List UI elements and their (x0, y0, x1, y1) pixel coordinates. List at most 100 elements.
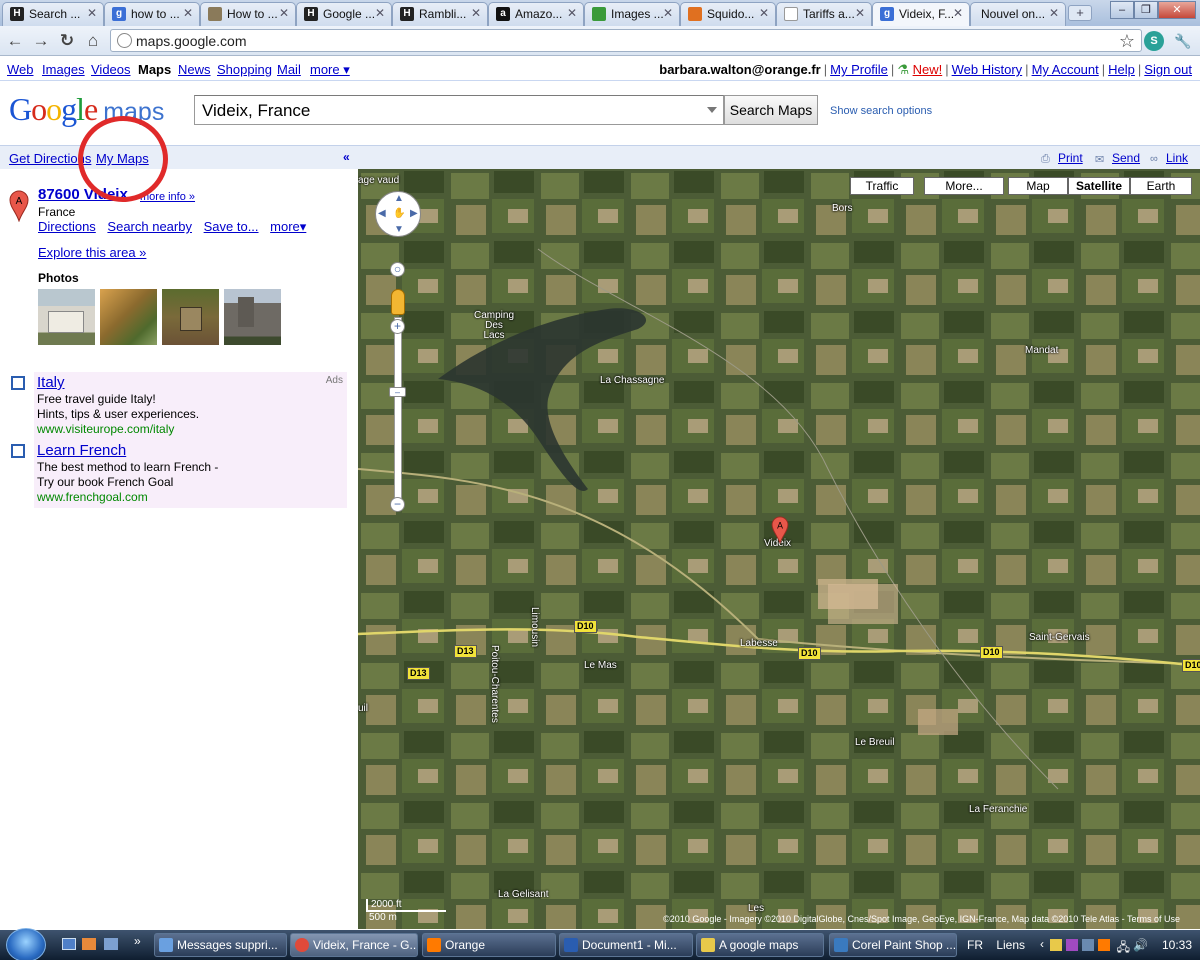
search-input[interactable]: Videix, France (194, 95, 724, 125)
chevron-left-icon[interactable]: ‹ (1040, 937, 1044, 951)
volume-icon[interactable]: 🔊 (1133, 938, 1148, 952)
collapse-panel-icon[interactable]: « (343, 150, 350, 164)
close-tab-icon[interactable]: ✕ (471, 6, 481, 20)
save-to-link[interactable]: Save to... (204, 219, 259, 234)
reset-view-icon[interactable]: ○ (390, 262, 405, 277)
close-tab-icon[interactable]: ✕ (855, 6, 865, 20)
web-history-link[interactable]: Web History (952, 62, 1023, 77)
gbar-link-shopping[interactable]: Shopping (217, 62, 272, 77)
my-profile-link[interactable]: My Profile (830, 62, 888, 77)
new-tab-button[interactable]: + (1068, 5, 1092, 21)
ad-url[interactable]: www.visiteurope.com/italy (37, 422, 174, 436)
map-type-satellite-button[interactable]: Satellite (1068, 177, 1130, 195)
back-icon[interactable]: ← (4, 30, 26, 52)
directions-link[interactable]: Directions (38, 219, 96, 234)
gbar-link-web[interactable]: Web (7, 62, 34, 77)
browser-tab[interactable]: H Rambli... ✕ (392, 2, 488, 26)
explore-area-link[interactable]: Explore this area » (38, 245, 146, 260)
pan-up-icon[interactable]: ▲ (394, 193, 404, 204)
browser-tab[interactable]: How to ... ✕ (200, 2, 296, 26)
ad-title[interactable]: Italy (37, 374, 65, 391)
start-button[interactable] (6, 928, 46, 960)
browser-tab[interactable]: H Search ... ✕ (2, 2, 104, 26)
gbar-link-more[interactable]: more ▾ (310, 62, 350, 78)
street-view-pegman-icon[interactable] (391, 289, 405, 315)
gbar-link-news[interactable]: News (178, 62, 211, 77)
send-link[interactable]: Send (1112, 151, 1140, 165)
close-tab-icon[interactable]: ✕ (759, 6, 769, 20)
star-icon[interactable]: ☆ (1116, 30, 1138, 52)
maximize-icon[interactable]: ❐ (1134, 1, 1158, 19)
my-account-link[interactable]: My Account (1032, 62, 1099, 77)
close-tab-icon[interactable]: ✕ (953, 6, 963, 20)
zoom-slider-track[interactable] (394, 317, 402, 507)
show-desktop-icon[interactable] (62, 938, 76, 950)
sign-out-link[interactable]: Sign out (1144, 62, 1192, 77)
search-maps-button[interactable]: Search Maps (724, 95, 818, 125)
photo-thumbnail[interactable] (100, 289, 157, 345)
tray-icon[interactable] (1066, 939, 1078, 951)
ad-title[interactable]: Learn French (37, 442, 126, 459)
taskbar-item[interactable]: Orange (422, 933, 556, 957)
photo-thumbnail[interactable] (224, 289, 281, 345)
taskbar-item[interactable]: Corel Paint Shop ... (829, 933, 957, 957)
close-tab-icon[interactable]: ✕ (567, 6, 577, 20)
browser-tab-active[interactable]: g Videix, F... ✕ (872, 2, 970, 27)
browser-tab[interactable]: Tariffs a... ✕ (776, 2, 872, 26)
marker-a-icon[interactable]: A (9, 190, 29, 222)
gbar-link-mail[interactable]: Mail (277, 62, 301, 77)
home-icon[interactable]: ⌂ (82, 30, 104, 52)
language-indicator[interactable]: FR (967, 938, 983, 952)
gbar-link-videos[interactable]: Videos (91, 62, 131, 77)
taskbar-item-active[interactable]: Videix, France - G... (290, 933, 418, 957)
close-tab-icon[interactable]: ✕ (663, 6, 673, 20)
tray-icon[interactable] (1098, 939, 1110, 951)
links-toolbar[interactable]: Liens (996, 938, 1025, 952)
gbar-link-images[interactable]: Images (42, 62, 85, 77)
ad-url[interactable]: www.frenchgoal.com (37, 490, 148, 504)
chevron-right-icon[interactable]: » (134, 934, 141, 948)
browser-tab[interactable]: a Amazo... ✕ (488, 2, 584, 26)
close-tab-icon[interactable]: ✕ (279, 6, 289, 20)
pan-control[interactable]: ▲ ▼ ◀ ▶ ✋ (375, 191, 421, 237)
browser-tab[interactable]: g how to ... ✕ (104, 2, 200, 26)
help-link[interactable]: Help (1108, 62, 1135, 77)
show-search-options-link[interactable]: Show search options (830, 105, 932, 117)
search-nearby-link[interactable]: Search nearby (107, 219, 192, 234)
close-window-icon[interactable]: ✕ (1158, 1, 1196, 19)
map-type-map-button[interactable]: Map (1008, 177, 1068, 195)
marker-a-icon[interactable]: A (769, 516, 791, 544)
new-link[interactable]: New! (913, 62, 943, 77)
media-player-icon[interactable] (82, 938, 96, 950)
address-bar[interactable]: maps.google.com (110, 29, 1142, 52)
chevron-down-icon[interactable] (707, 107, 717, 113)
hand-icon[interactable]: ✋ (393, 208, 405, 219)
tray-icon[interactable] (1050, 939, 1062, 951)
close-tab-icon[interactable]: ✕ (87, 6, 97, 20)
network-icon[interactable]: 🖧 (1117, 938, 1130, 959)
forward-icon[interactable]: → (30, 30, 52, 52)
clock[interactable]: 10:33 (1162, 938, 1192, 952)
taskbar-item[interactable]: Document1 - Mi... (559, 933, 693, 957)
print-link[interactable]: Print (1058, 151, 1083, 165)
switch-windows-icon[interactable] (104, 938, 118, 950)
browser-tab[interactable]: Squido... ✕ (680, 2, 776, 26)
zoom-in-icon[interactable]: + (390, 319, 405, 334)
extension-icon[interactable]: S (1144, 31, 1164, 51)
close-tab-icon[interactable]: ✕ (183, 6, 193, 20)
photo-thumbnail[interactable] (38, 289, 95, 345)
more-button[interactable]: More... (924, 177, 1004, 195)
browser-tab[interactable]: Images ... ✕ (584, 2, 680, 26)
wrench-icon[interactable]: 🔧 (1172, 30, 1194, 52)
map-type-earth-button[interactable]: Earth (1130, 177, 1192, 195)
zoom-out-icon[interactable]: − (390, 497, 405, 512)
photo-thumbnail[interactable] (162, 289, 219, 345)
browser-tab[interactable]: Nouvel on... ✕ (970, 2, 1066, 26)
taskbar-item[interactable]: Messages suppri... (154, 933, 287, 957)
close-tab-icon[interactable]: ✕ (375, 6, 385, 20)
zoom-slider-thumb[interactable]: – (389, 387, 406, 397)
reload-icon[interactable]: ↻ (56, 30, 78, 52)
close-tab-icon[interactable]: ✕ (1049, 6, 1059, 20)
browser-tab[interactable]: H Google ... ✕ (296, 2, 392, 26)
pan-right-icon[interactable]: ▶ (410, 208, 418, 219)
